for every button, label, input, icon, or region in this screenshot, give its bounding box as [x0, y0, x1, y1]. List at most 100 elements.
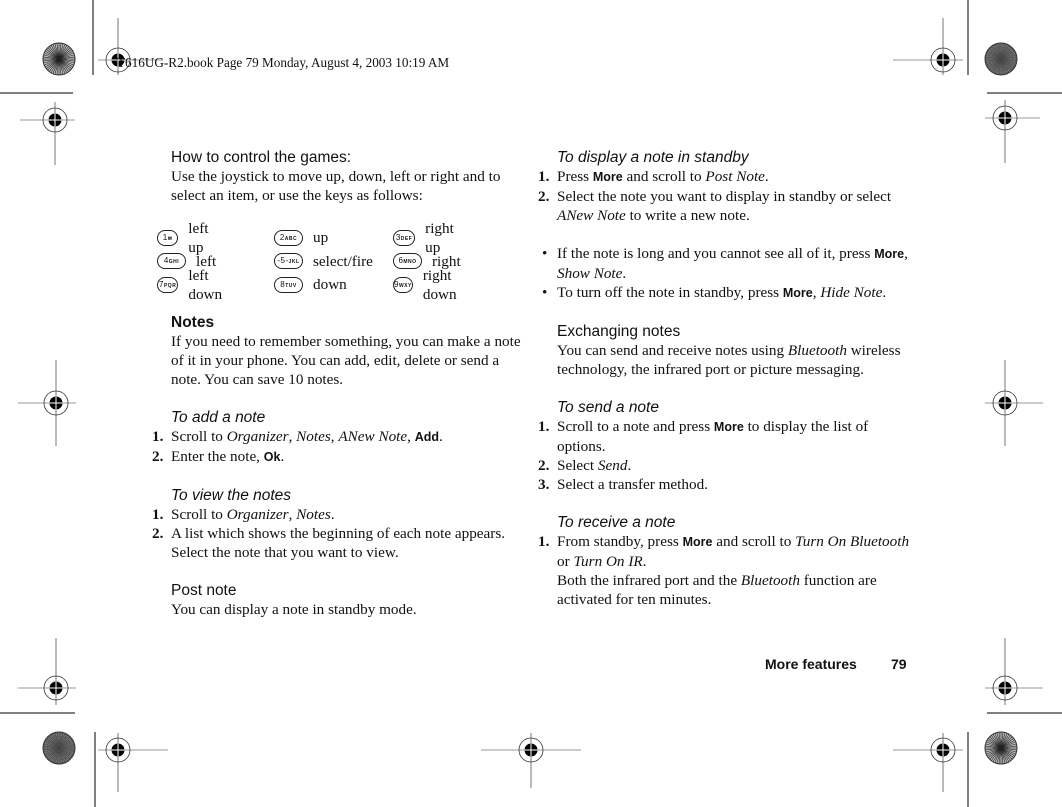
- registration-target-icon: [18, 360, 76, 446]
- step-item: 2. Enter the note, Ok.: [152, 447, 531, 467]
- key-action: select/fire: [313, 252, 373, 270]
- softkey-label: More: [874, 247, 905, 261]
- receive-note-heading: To receive a note: [557, 514, 676, 531]
- right-column: To display a note in standby 1. Press Mor…: [538, 148, 917, 609]
- registration-target-icon: [985, 638, 1043, 705]
- receive-note-steps: 1. From standby, press More and scroll to…: [538, 532, 917, 571]
- body-text: .: [764, 168, 769, 185]
- display-standby-heading: To display a note in standby: [557, 149, 749, 166]
- menu-path-text: Send: [597, 457, 628, 474]
- step-number: 3.: [538, 476, 550, 493]
- softkey-label: More: [713, 420, 744, 434]
- phone-key-6-icon: 6MNO: [393, 253, 422, 269]
- key-action: right down: [422, 266, 457, 303]
- bullet-icon: •: [542, 284, 548, 301]
- body-text: To turn off the note in standby, press: [557, 284, 783, 301]
- send-note-steps: 1. Scroll to a note and press More to dis…: [538, 417, 917, 494]
- key-mapping: 1✉ left up: [157, 220, 216, 256]
- footer-section-title: More features: [765, 656, 857, 672]
- body-text: .: [330, 506, 335, 523]
- step-item: 2. A list which shows the beginning of ea…: [152, 524, 531, 562]
- body-text: Scroll to a note and press: [557, 418, 714, 435]
- step-number: 1.: [538, 533, 550, 550]
- body-text: and scroll to: [622, 168, 706, 185]
- registration-target-icon: [20, 102, 75, 165]
- menu-path-text: Bluetooth: [787, 342, 847, 359]
- body-text: .: [627, 457, 632, 474]
- body-text: From standby, press: [557, 533, 683, 550]
- step-number: 1.: [152, 428, 164, 445]
- body-text: or: [557, 553, 574, 570]
- phone-key-2-icon: 2ABC: [274, 229, 303, 246]
- body-text: A list which shows the beginning of each…: [171, 525, 506, 561]
- receive-note-continuation: Both the infrared port and the Bluetooth…: [557, 571, 917, 609]
- phone-key-8-icon: 8TUV: [274, 276, 303, 293]
- menu-path-text: Organizer: [226, 506, 289, 523]
- menu-path-text: Hide Note: [820, 284, 883, 301]
- color-registration-icon: [42, 42, 76, 76]
- add-note-heading: To add a note: [171, 409, 266, 426]
- phone-key-1-icon: 1✉: [157, 229, 179, 246]
- body-text: .: [882, 284, 887, 301]
- color-registration-icon: [984, 42, 1018, 76]
- bullet-icon: •: [542, 245, 548, 262]
- color-registration-icon: [984, 731, 1018, 765]
- send-note-heading: To send a note: [557, 399, 659, 416]
- step-number: 2.: [538, 457, 550, 474]
- games-heading: How to control the games:: [171, 149, 352, 166]
- body-text: ,: [904, 245, 908, 262]
- key-mapping: 7PQR left down: [157, 267, 230, 303]
- view-notes-heading: To view the notes: [171, 487, 292, 504]
- body-text: Scroll to: [171, 506, 227, 523]
- display-standby-steps: 1. Press More and scroll to Post Note. 2. S…: [538, 167, 917, 225]
- menu-path-text: Turn On IR: [573, 553, 643, 570]
- body-text: Select a transfer method.: [557, 476, 708, 493]
- phone-key-7-icon: 7PQR: [157, 276, 179, 293]
- phone-key-5-icon: -5-JKL: [274, 253, 303, 269]
- softkey-label: Add: [414, 430, 440, 444]
- phone-key-9-icon: 9WXY: [393, 276, 413, 293]
- body-text: You can send and receive notes using: [557, 342, 788, 359]
- menu-path-text: Organizer: [226, 428, 289, 445]
- body-text: .: [280, 448, 285, 465]
- body-text: Press: [557, 168, 593, 185]
- page-number: 79: [891, 656, 907, 672]
- display-standby-bullets: • If the note is long and you cannot see …: [542, 244, 917, 303]
- bullet-item: • If the note is long and you cannot see …: [542, 244, 917, 283]
- body-text: and scroll to: [712, 533, 796, 550]
- registration-target-icon: [98, 733, 168, 792]
- body-text: .: [439, 428, 443, 445]
- menu-path-text: ANew Note: [338, 428, 408, 445]
- phone-key-3-icon: 3DEF: [393, 229, 416, 246]
- games-body: Use the joystick to move up, down, left …: [171, 168, 501, 204]
- key-mapping: 2ABC up: [274, 228, 328, 247]
- softkey-label: More: [682, 535, 713, 549]
- step-number: 2.: [152, 448, 164, 465]
- step-item: 1. From standby, press More and scroll to…: [538, 532, 917, 571]
- registration-target-icon: [18, 638, 76, 705]
- body-text: .: [622, 265, 627, 282]
- body-text: to write a new note.: [625, 207, 750, 224]
- step-item: 2. Select Send.: [538, 456, 917, 475]
- softkey-label: Ok: [263, 450, 281, 464]
- menu-path-text: Post Note: [705, 168, 765, 185]
- step-item: 1. Scroll to a note and press More to dis…: [538, 417, 917, 456]
- softkey-label: More: [592, 170, 623, 184]
- phone-key-4-icon: 4GHI: [157, 253, 186, 269]
- registration-target-icon: [481, 733, 581, 788]
- left-column: How to control the games: Use the joysti…: [171, 148, 531, 205]
- key-action: left down: [188, 266, 223, 303]
- menu-path-text: Turn On Bluetooth: [795, 533, 910, 550]
- registration-target-icon: [893, 733, 963, 792]
- body-text: Both the infrared port and the: [557, 572, 741, 589]
- body-text: If the note is long and you cannot see a…: [557, 245, 875, 262]
- notes-section: Notes If you need to remember something,…: [152, 313, 531, 619]
- key-action: down: [313, 276, 347, 293]
- body-text: Select: [557, 457, 598, 474]
- registration-target-icon: [985, 100, 1040, 163]
- registration-target-icon: [985, 360, 1043, 446]
- step-number: 2.: [152, 525, 164, 542]
- post-note-heading: Post note: [171, 582, 237, 599]
- registration-target-icon: [893, 18, 963, 75]
- body-text: ,: [407, 428, 415, 445]
